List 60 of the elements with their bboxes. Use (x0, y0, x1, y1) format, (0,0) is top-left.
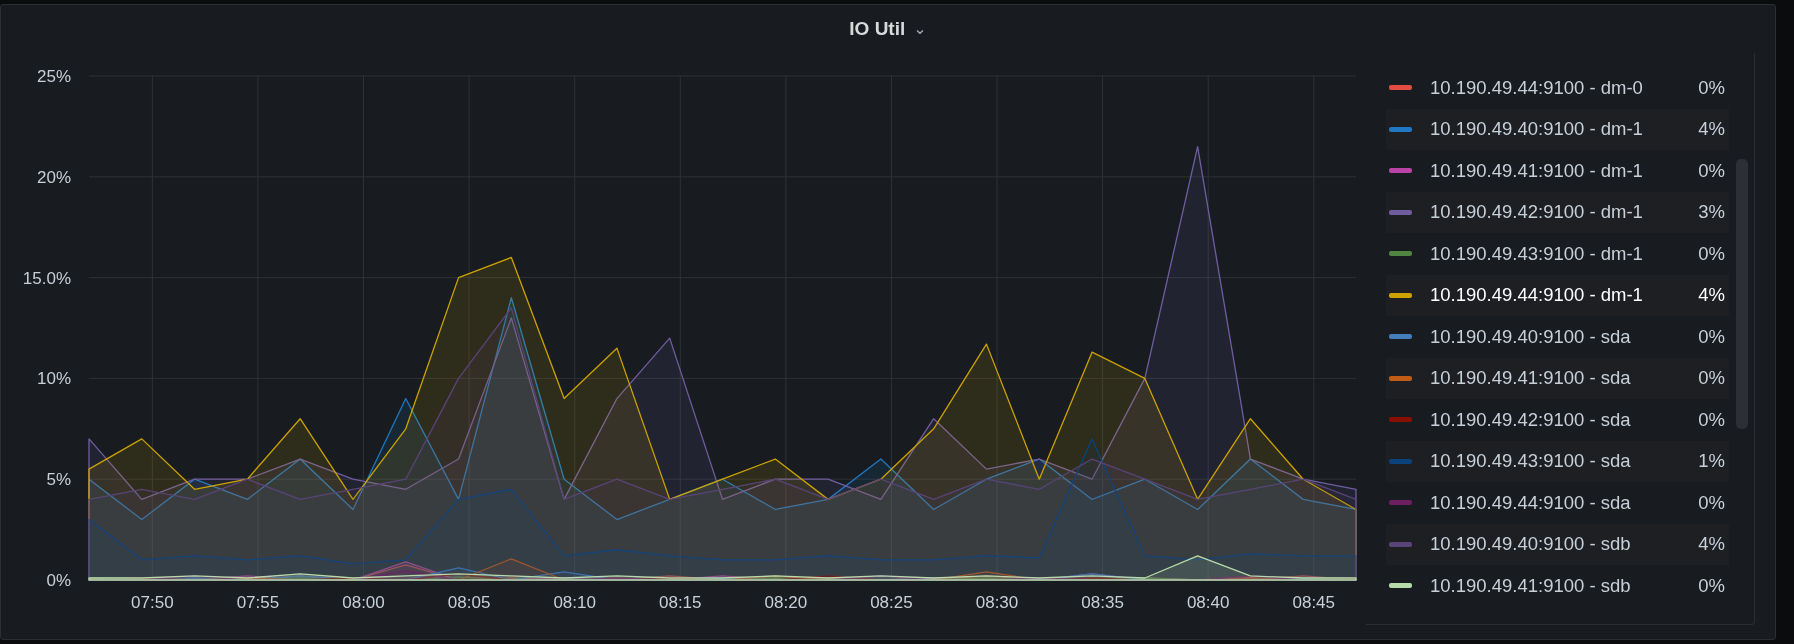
series-label: 10.190.49.42:9100 - sda (1430, 408, 1632, 431)
series-value: 4% (1698, 284, 1726, 307)
axis-label: 08:40 (1186, 593, 1230, 612)
axis-label: 07:50 (131, 593, 174, 612)
series-value: 0% (1698, 76, 1726, 99)
axis-label: 10% (36, 369, 71, 389)
series-value: 1% (1698, 450, 1726, 473)
series-value: 0% (1698, 159, 1726, 182)
axis-label: 08:45 (1292, 593, 1336, 612)
series-label: 10.190.49.40:9100 - sda (1430, 325, 1632, 348)
legend-item[interactable]: 10.190.49.44:9100 - dm-1 4% (1386, 274, 1729, 316)
legend-item[interactable]: 10.190.49.40:9100 - sdb 4% (1386, 523, 1729, 565)
legend-item[interactable]: 10.190.49.41:9100 - sdb 0% (1386, 565, 1729, 607)
legend-item[interactable]: 10.190.49.41:9100 - dm-1 0% (1386, 150, 1729, 192)
axis-label: 25% (36, 67, 71, 86)
series-value: 0% (1698, 574, 1726, 597)
legend-item[interactable]: 10.190.49.40:9100 - dm-1 4% (1386, 108, 1729, 150)
panel-title[interactable]: IO Util (849, 18, 906, 40)
series-value: 4% (1698, 533, 1726, 556)
scrollbar[interactable] (1736, 159, 1748, 429)
series-label: 10.190.49.43:9100 - dm-1 (1430, 242, 1644, 265)
axis-label: 0% (46, 571, 71, 590)
legend-item[interactable]: 10.190.49.42:9100 - dm-1 3% (1386, 191, 1729, 233)
axis-label: 15.0% (22, 268, 71, 288)
series-label: 10.190.49.44:9100 - dm-1 (1430, 284, 1644, 307)
legend-item[interactable]: 10.190.49.42:9100 - sda 0% (1386, 399, 1729, 441)
series-label: 10.190.49.41:9100 - sda (1430, 367, 1632, 390)
legend-item[interactable]: 10.190.49.44:9100 - sda 0% (1386, 482, 1729, 524)
series-label: 10.190.49.42:9100 - dm-1 (1430, 201, 1644, 224)
axis-label: 08:10 (553, 593, 596, 612)
series-label: 10.190.49.44:9100 - sda (1430, 491, 1632, 514)
series-label: 10.190.49.40:9100 - sdb (1430, 533, 1632, 556)
axis-label: 08:20 (764, 593, 808, 612)
series-value: 4% (1698, 118, 1726, 141)
series-label: 10.190.49.44:9100 - dm-0 (1430, 76, 1644, 99)
axis-label: 20% (36, 167, 71, 187)
series-value: 0% (1698, 408, 1726, 431)
caret-icon[interactable]: ⌄ (913, 21, 927, 37)
series-label: 10.190.49.40:9100 - dm-1 (1430, 118, 1644, 141)
legend-item[interactable]: 10.190.49.40:9100 - sda 0% (1386, 316, 1729, 358)
axis-label: 08:00 (342, 593, 385, 612)
axis-label: 07:55 (236, 593, 280, 612)
series-value: 3% (1698, 201, 1726, 224)
series-label: 10.190.49.41:9100 - dm-1 (1430, 159, 1644, 182)
series-value: 0% (1698, 325, 1726, 348)
axis-label: 08:15 (659, 593, 702, 612)
legend-item[interactable]: 10.190.49.43:9100 - sda 1% (1386, 440, 1729, 482)
legend-item[interactable]: 10.190.49.44:9100 - dm-0 0% (1386, 67, 1729, 109)
axis-label: 08:30 (975, 593, 1019, 612)
legend-item[interactable]: 10.190.49.43:9100 - dm-1 0% (1386, 233, 1729, 275)
series-label: 10.190.49.43:9100 - sda (1430, 450, 1632, 473)
axis-label: 08:25 (870, 593, 913, 612)
axis-label: 08:35 (1081, 593, 1124, 612)
axis-label: 08:05 (447, 593, 491, 612)
legend-item[interactable]: 10.190.49.41:9100 - sda 0% (1386, 357, 1729, 399)
series-value: 0% (1698, 491, 1726, 514)
series-value: 0% (1698, 242, 1726, 265)
series-label: 10.190.49.41:9100 - sdb (1430, 574, 1632, 597)
series-value: 0% (1698, 367, 1726, 390)
axis-label: 5% (46, 470, 71, 490)
